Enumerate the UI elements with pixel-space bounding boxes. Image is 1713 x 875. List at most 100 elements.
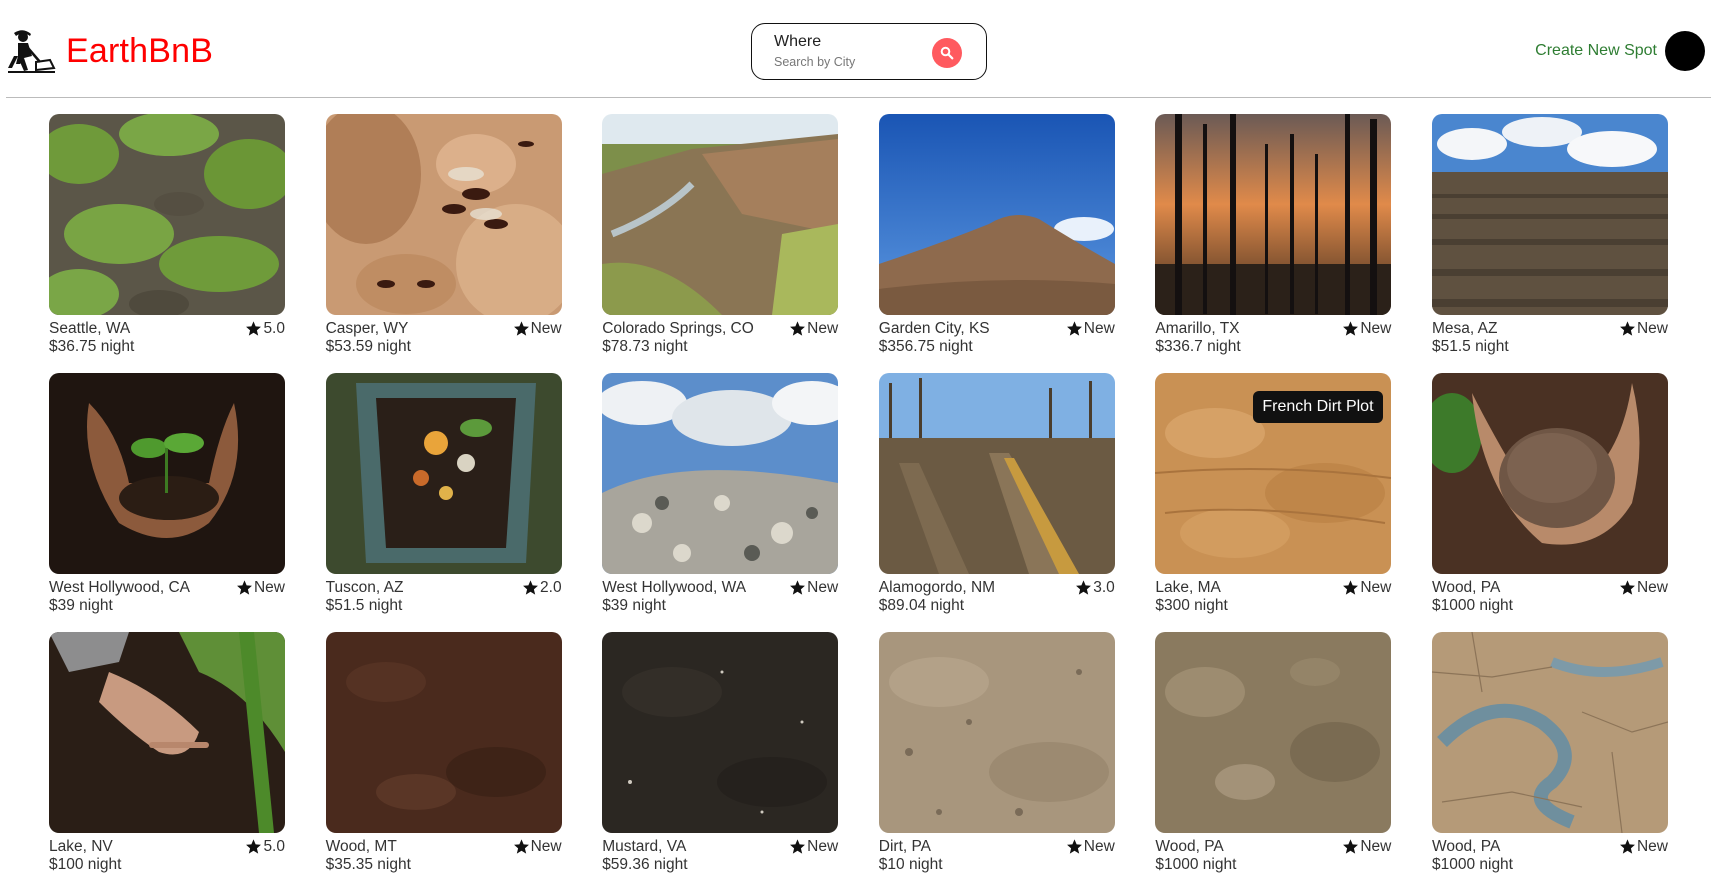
spot-price: $1000 night (1431, 597, 1513, 614)
spot-image (1431, 632, 1668, 833)
star-icon (1343, 839, 1359, 854)
spot-card[interactable]: Colorado Springs, CO New $78.73 night (602, 114, 839, 355)
spot-card[interactable]: Mesa, AZ New $51.5 night (1431, 114, 1668, 355)
rating-value: New (1083, 837, 1115, 855)
spot-price: $100 night (49, 856, 122, 873)
rating-value: New (807, 319, 839, 337)
rating-value: New (807, 837, 839, 855)
rating-value: 3.0 (1093, 578, 1115, 596)
spot-city: Mesa, AZ (1431, 319, 1498, 337)
spot-city: West Hollywood, CA (49, 578, 190, 596)
spot-card[interactable]: West Hollywood, WA New $39 night (602, 373, 839, 614)
spot-card[interactable]: Garden City, KS New $356.75 night (878, 114, 1115, 355)
rating-value: 5.0 (263, 837, 285, 855)
spot-card[interactable]: Wood, PA New $1000 night (1155, 632, 1392, 873)
spot-image (49, 373, 285, 574)
spot-card[interactable]: Wood, PA New $1000 night (1431, 632, 1668, 873)
spot-price: $300 night (1155, 597, 1228, 614)
spot-card[interactable]: French Dirt Plot Lake, MA New $300 night (1155, 373, 1392, 614)
spot-image (602, 373, 839, 574)
rating-value: 5.0 (263, 319, 285, 337)
rating-value: New (530, 319, 562, 337)
spot-price: $39 night (49, 597, 113, 614)
spot-card[interactable]: Seattle, WA 5.0 $36.75 night (49, 114, 285, 355)
create-new-spot-link[interactable]: Create New Spot (1535, 42, 1657, 60)
spot-card[interactable]: Amarillo, TX New $336.7 night (1155, 114, 1392, 355)
spot-city: West Hollywood, WA (602, 578, 747, 596)
spot-image (1431, 114, 1668, 315)
spot-card[interactable]: Casper, WY New $53.59 night (325, 114, 562, 355)
star-icon (1620, 321, 1635, 336)
spot-image (325, 114, 562, 315)
spot-image (1431, 373, 1668, 574)
search-bar[interactable]: Where (751, 23, 987, 80)
spot-card[interactable]: Alamogordo, NM 3.0 $89.04 night (878, 373, 1115, 614)
spot-card[interactable]: Dirt, PA New $10 night (878, 632, 1115, 873)
home-logo-link[interactable]: EarthBnB (6, 28, 213, 74)
spot-city: Wood, PA (1431, 578, 1501, 596)
brand-name: EarthBnB (66, 31, 214, 70)
spot-rating: New (513, 320, 562, 338)
spot-image: French Dirt Plot (1155, 373, 1392, 574)
spot-image (1155, 632, 1392, 833)
search-icon (940, 46, 954, 60)
spot-rating: 5.0 (245, 838, 285, 856)
spot-rating: New (1619, 838, 1668, 856)
spot-price: $51.5 night (325, 597, 403, 614)
star-icon (246, 321, 262, 336)
spot-price: $39 night (602, 597, 666, 614)
spot-image (1155, 114, 1392, 315)
spot-city: Lake, NV (49, 837, 113, 855)
rating-value: New (253, 578, 285, 596)
spot-rating: New (1066, 838, 1115, 856)
spot-card[interactable]: Tuscon, AZ 2.0 $51.5 night (325, 373, 562, 614)
search-input[interactable] (774, 55, 924, 69)
star-icon (513, 839, 529, 854)
spot-rating: New (1619, 320, 1668, 338)
star-icon (1343, 580, 1359, 595)
spot-rating: New (236, 579, 285, 597)
spot-image (878, 373, 1115, 574)
rating-value: New (1636, 837, 1668, 855)
spot-city: Dirt, PA (878, 837, 932, 855)
spot-city: Alamogordo, NM (878, 578, 996, 596)
header-divider (6, 97, 1711, 98)
spot-card[interactable]: Wood, MT New $35.35 night (325, 632, 562, 873)
spot-rating: New (513, 838, 562, 856)
spot-card[interactable]: Lake, NV 5.0 $100 night (49, 632, 285, 873)
spot-image (878, 632, 1115, 833)
spot-rating: New (1342, 320, 1391, 338)
spot-city: Casper, WY (325, 319, 409, 337)
spot-image (602, 632, 839, 833)
profile-menu-button[interactable] (1665, 31, 1705, 71)
spot-price: $89.04 night (878, 597, 965, 614)
star-icon (1076, 580, 1092, 595)
spots-grid: Seattle, WA 5.0 $36.75 night Casper, WY … (49, 114, 1669, 873)
spot-rating: New (1066, 320, 1115, 338)
spot-price: $53.59 night (325, 338, 411, 355)
spot-price: $78.73 night (602, 338, 688, 355)
spot-city: Wood, MT (325, 837, 397, 855)
spot-image (49, 632, 285, 833)
search-button[interactable] (932, 38, 962, 68)
spot-rating: 3.0 (1075, 579, 1115, 597)
rating-value: New (807, 578, 839, 596)
spot-card[interactable]: West Hollywood, CA New $39 night (49, 373, 285, 614)
spot-price: $336.7 night (1155, 338, 1241, 355)
spot-card[interactable]: Wood, PA New $1000 night (1431, 373, 1668, 614)
spot-name-tooltip: French Dirt Plot (1253, 391, 1383, 423)
star-icon (246, 839, 262, 854)
star-icon (790, 321, 806, 336)
spot-rating: New (789, 579, 838, 597)
rating-value: 2.0 (540, 578, 562, 596)
spot-rating: New (789, 320, 838, 338)
spot-rating: 5.0 (245, 320, 285, 338)
spot-price: $36.75 night (49, 338, 135, 355)
spot-city: Amarillo, TX (1155, 319, 1240, 337)
spot-price: $10 night (878, 856, 943, 873)
spot-card[interactable]: Mustard, VA New $59.36 night (602, 632, 839, 873)
rating-value: New (1360, 837, 1392, 855)
rating-value: New (1083, 319, 1115, 337)
spot-image (49, 114, 285, 315)
digger-logo-icon (8, 30, 56, 73)
